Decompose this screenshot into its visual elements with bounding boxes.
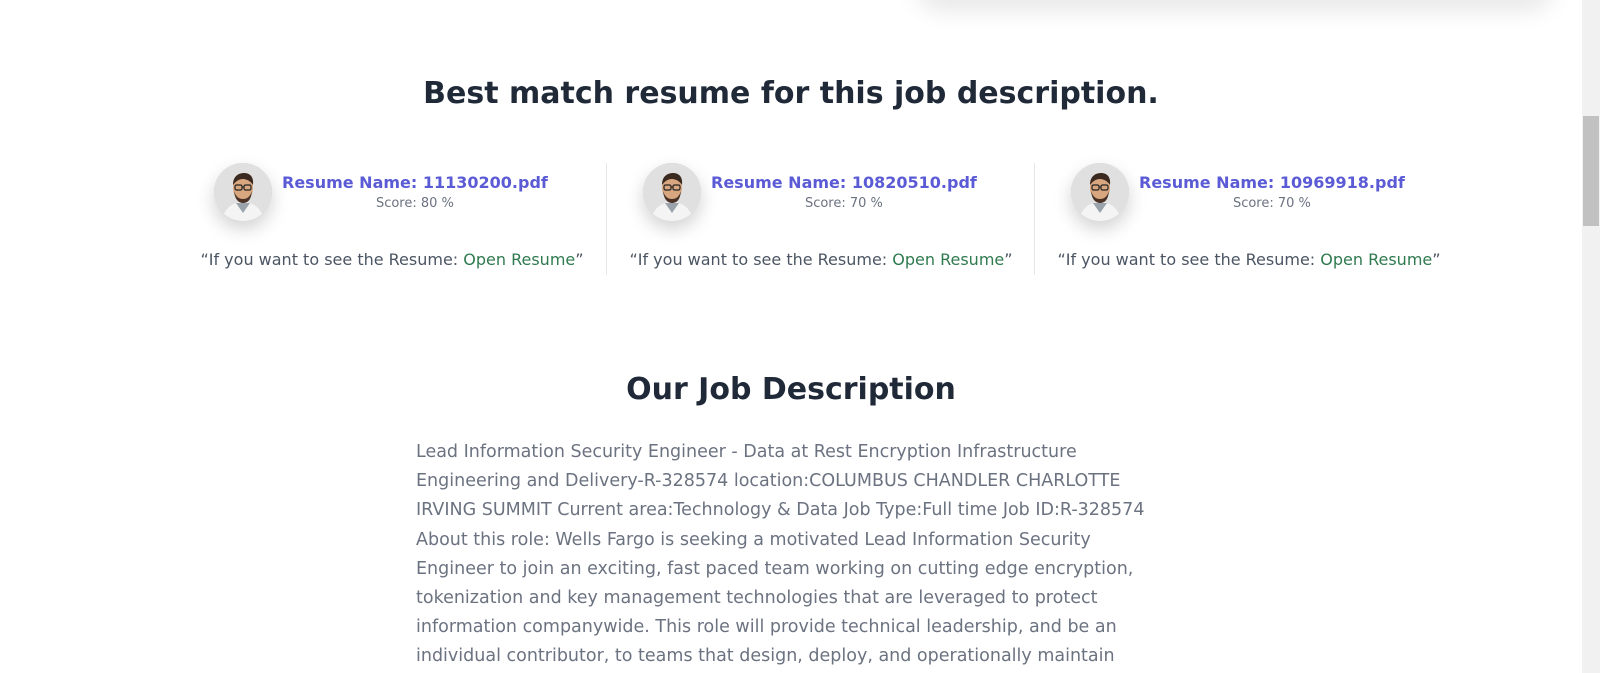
resume-name: Resume Name: 11130200.pdf — [282, 173, 548, 192]
job-description-title: Our Job Description — [626, 372, 956, 407]
resume-card: Resume Name: 10969918.pdf Score: 70 % “I… — [1034, 163, 1462, 275]
resume-card-header: Resume Name: 10820510.pdf Score: 70 % — [643, 163, 977, 221]
resume-meta: Resume Name: 10969918.pdf Score: 70 % — [1139, 163, 1405, 215]
resume-name: Resume Name: 10969918.pdf — [1139, 173, 1405, 192]
resume-card: Resume Name: 10820510.pdf Score: 70 % “I… — [606, 163, 1034, 275]
resume-card: Resume Name: 11130200.pdf Score: 80 % “I… — [178, 163, 606, 275]
resume-score: Score: 80 % — [375, 196, 454, 211]
resume-card-header: Resume Name: 11130200.pdf Score: 80 % — [214, 163, 548, 221]
prompt-text: “If you want to see the Resume: — [200, 250, 464, 269]
open-resume-link[interactable]: Open Resume — [892, 250, 1004, 269]
resume-meta: Resume Name: 11130200.pdf Score: 80 % — [282, 163, 548, 215]
resume-name: Resume Name: 10820510.pdf — [711, 173, 977, 192]
resume-meta: Resume Name: 10820510.pdf Score: 70 % — [711, 163, 977, 215]
prompt-close-quote: ” — [575, 250, 584, 269]
resume-open-prompt: “If you want to see the Resume: Open Res… — [1035, 250, 1463, 269]
resume-open-prompt: “If you want to see the Resume: Open Res… — [178, 250, 606, 269]
open-resume-link[interactable]: Open Resume — [1320, 250, 1432, 269]
prompt-text: “If you want to see the Resume: — [629, 250, 893, 269]
resume-card-header: Resume Name: 10969918.pdf Score: 70 % — [1071, 163, 1405, 221]
resume-score: Score: 70 % — [804, 196, 883, 211]
scrollbar-thumb[interactable] — [1583, 116, 1599, 226]
open-resume-link[interactable]: Open Resume — [463, 250, 575, 269]
resume-open-prompt: “If you want to see the Resume: Open Res… — [607, 250, 1035, 269]
resume-match-list: Resume Name: 11130200.pdf Score: 80 % “I… — [178, 163, 1462, 275]
best-match-title: Best match resume for this job descripti… — [423, 76, 1159, 111]
avatar-photo-icon — [1071, 163, 1129, 221]
page: Best match resume for this job descripti… — [0, 0, 1600, 673]
avatar-photo-icon — [214, 163, 272, 221]
resume-score: Score: 70 % — [1232, 196, 1311, 211]
prompt-text: “If you want to see the Resume: — [1057, 250, 1321, 269]
avatar-photo-icon — [643, 163, 701, 221]
page-scrollbar[interactable] — [1582, 0, 1600, 673]
prompt-close-quote: ” — [1432, 250, 1441, 269]
prompt-close-quote: ” — [1004, 250, 1013, 269]
job-description-text: Lead Information Security Engineer - Dat… — [416, 442, 1145, 667]
